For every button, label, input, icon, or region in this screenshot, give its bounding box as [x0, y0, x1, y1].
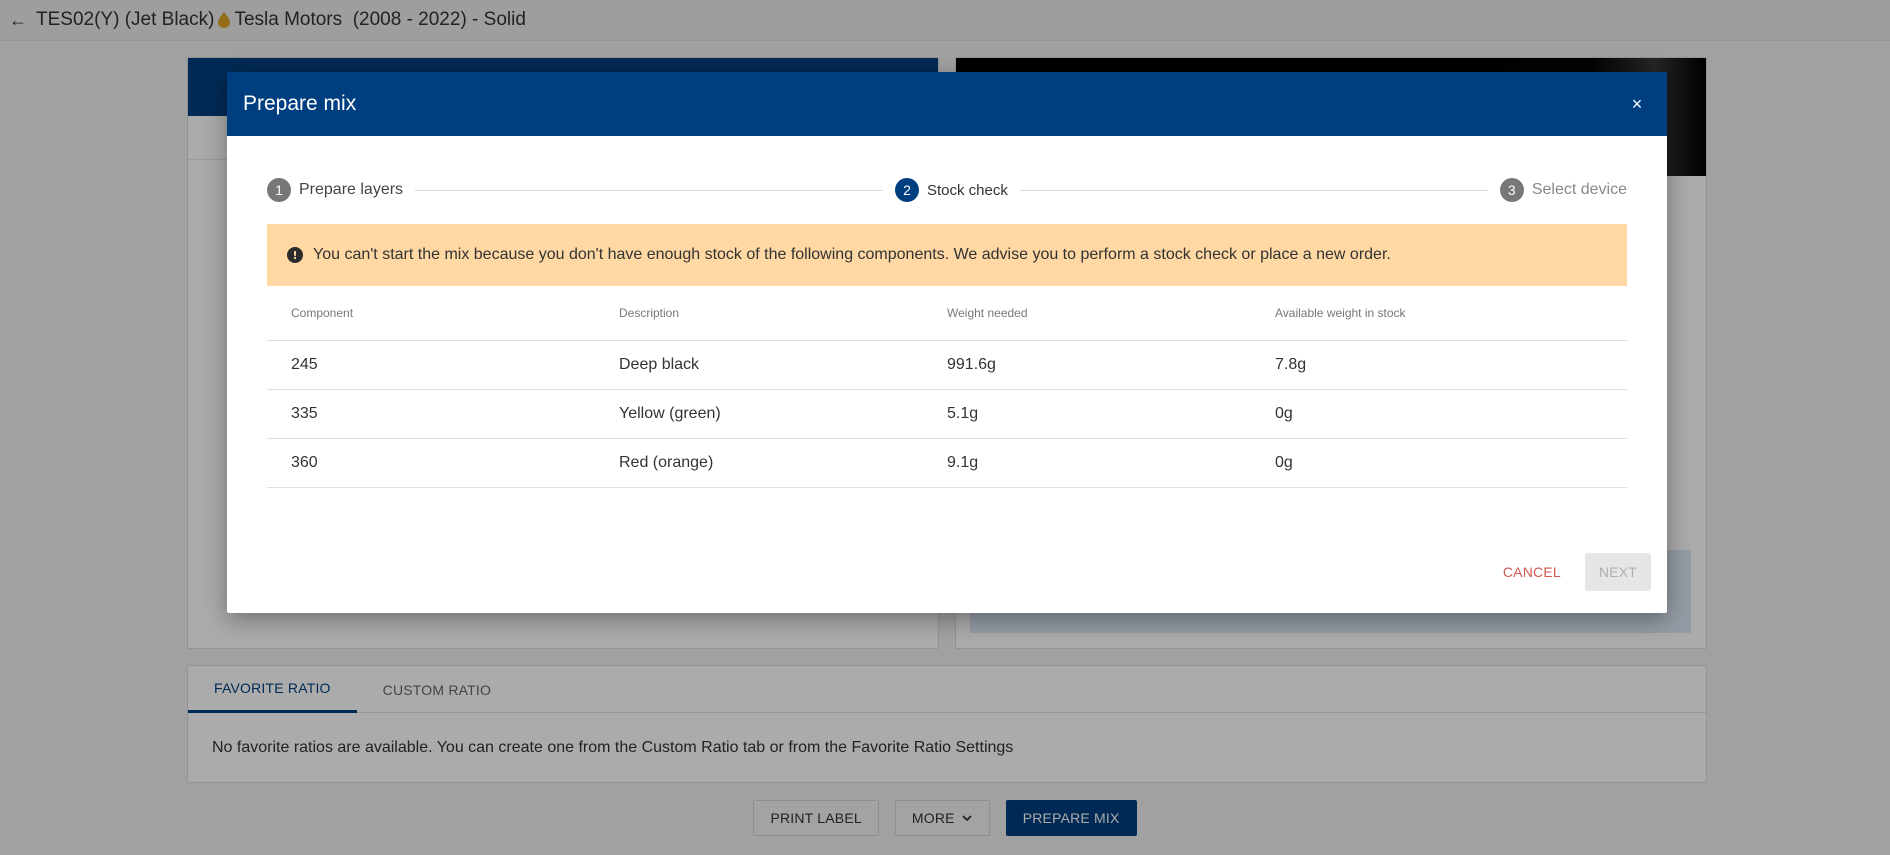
step-select-device: 3 Select device: [1499, 178, 1627, 202]
next-button[interactable]: NEXT: [1584, 553, 1651, 591]
column-header-description: Description: [619, 306, 680, 320]
cell-available-weight: 7.8g: [1275, 356, 1307, 373]
step-label: Select device: [1531, 181, 1627, 198]
table-row: 245 Deep black 991.6g 7.8g: [267, 341, 1627, 390]
column-header-weight-needed: Weight needed: [947, 306, 1028, 320]
cell-weight-needed: 9.1g: [947, 454, 979, 471]
table-row: 335 Yellow (green) 5.1g 0g: [267, 390, 1627, 439]
alert-text: You can't start the mix because you don'…: [313, 246, 1391, 263]
cell-component: 245: [291, 356, 318, 373]
close-icon[interactable]: ×: [1623, 90, 1651, 118]
column-header-component: Component: [291, 306, 354, 320]
alert-icon: !: [287, 247, 303, 263]
step-number: 1: [267, 178, 291, 202]
step-stock-check: 2 Stock check: [895, 178, 1008, 202]
cell-available-weight: 0g: [1275, 405, 1293, 422]
cell-description: Deep black: [619, 356, 700, 373]
step-number: 2: [895, 178, 919, 202]
column-header-available-weight: Available weight in stock: [1275, 306, 1406, 320]
table-header: Component Description Weight needed Avai…: [267, 286, 1627, 341]
stock-table: Component Description Weight needed Avai…: [267, 286, 1627, 488]
cell-component: 360: [291, 454, 318, 471]
cell-description: Yellow (green): [619, 405, 721, 422]
step-prepare-layers: 1 Prepare layers: [267, 178, 403, 202]
cell-weight-needed: 991.6g: [947, 356, 996, 373]
step-connector: [415, 189, 883, 191]
cell-weight-needed: 5.1g: [947, 405, 979, 422]
step-connector: [1019, 189, 1488, 191]
cancel-button[interactable]: CANCEL: [1493, 554, 1571, 590]
table-row: 360 Red (orange) 9.1g 0g: [267, 439, 1627, 488]
dialog-title: Prepare mix: [243, 92, 357, 115]
dialog-header: Prepare mix ×: [227, 72, 1667, 136]
dialog-actions: CANCEL NEXT: [1493, 553, 1651, 591]
insufficient-stock-alert: ! You can't start the mix because you do…: [267, 224, 1627, 286]
step-label: Stock check: [927, 181, 1008, 199]
prepare-mix-dialog: Prepare mix × 1 Prepare layers 2 Stock c…: [227, 72, 1667, 613]
step-number: 3: [1499, 178, 1524, 202]
cell-description: Red (orange): [619, 454, 714, 471]
step-label: Prepare layers: [299, 181, 404, 198]
stepper: 1 Prepare layers 2 Stock check 3 Select …: [267, 176, 1627, 204]
cell-available-weight: 0g: [1275, 454, 1293, 471]
cell-component: 335: [291, 405, 318, 422]
